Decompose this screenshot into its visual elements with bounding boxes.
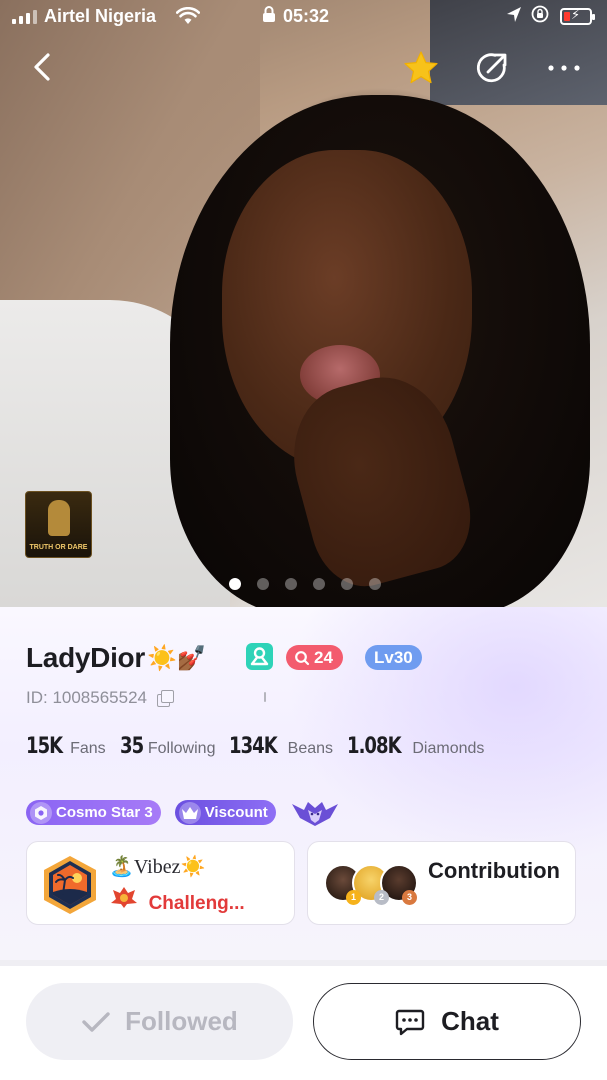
wifi-icon bbox=[175, 6, 201, 30]
user-id: ID: 1008565524 bbox=[26, 688, 147, 707]
user-id-row: ID: 1008565524 bbox=[26, 688, 174, 708]
photo-pager[interactable] bbox=[229, 578, 381, 590]
fans-label[interactable]: Fans bbox=[70, 740, 106, 758]
lock-icon bbox=[262, 5, 276, 28]
following-label[interactable]: Following bbox=[148, 740, 216, 758]
family-crest-icon bbox=[109, 887, 145, 914]
copy-icon[interactable] bbox=[157, 690, 174, 707]
beans-label: Beans bbox=[287, 740, 334, 757]
chat-button[interactable]: Chat bbox=[313, 983, 581, 1060]
contributor-avatars: 1 2 3 bbox=[324, 862, 420, 906]
pager-dot[interactable] bbox=[229, 578, 241, 590]
pager-dot[interactable] bbox=[369, 578, 381, 590]
followed-button[interactable]: Followed bbox=[26, 983, 293, 1060]
pager-dot[interactable] bbox=[341, 578, 353, 590]
name-emojis: ☀️💅🏾 bbox=[146, 644, 207, 672]
rank-1-badge: 1 bbox=[346, 890, 361, 905]
followed-label: Followed bbox=[125, 1006, 238, 1036]
contribution-card[interactable]: 1 2 3 Contribution bbox=[307, 841, 576, 925]
clock: 05:32 bbox=[283, 6, 330, 26]
back-icon[interactable] bbox=[26, 49, 62, 85]
pager-dot[interactable] bbox=[285, 578, 297, 590]
family-card[interactable]: 🏝️Vibez☀️ Challeng... bbox=[26, 841, 295, 925]
level-badge[interactable]: Lv30 bbox=[365, 645, 422, 670]
rank-3-badge: 3 bbox=[402, 890, 417, 905]
viscount-label: Viscount bbox=[204, 804, 268, 821]
share-icon[interactable] bbox=[474, 50, 510, 86]
family-name: 🏝️Vibez☀️ bbox=[109, 856, 206, 878]
diamonds-count: 1.08K bbox=[347, 734, 402, 759]
signal-icon bbox=[12, 10, 37, 24]
cosmo-star-icon bbox=[30, 801, 52, 824]
rank-badge[interactable]: 24 bbox=[286, 645, 343, 670]
diamonds-label: Diamonds bbox=[412, 740, 485, 757]
status-bar: Airtel Nigeria 05:32 ⚡ bbox=[0, 0, 607, 34]
more-options-icon[interactable] bbox=[544, 50, 584, 86]
game-thumbnail[interactable]: TRUTH OR DARE bbox=[25, 491, 92, 558]
name-row: LadyDior ☀️💅🏾 bbox=[26, 640, 207, 676]
medals-row: Cosmo Star 3 Viscount bbox=[26, 799, 340, 826]
gender-badge bbox=[246, 643, 273, 670]
star-icon[interactable] bbox=[402, 49, 440, 87]
search-rank-icon bbox=[295, 650, 310, 665]
following-count[interactable]: 35 bbox=[120, 734, 144, 759]
thumbnail-figure bbox=[48, 500, 70, 536]
thumbnail-title: TRUTH OR DARE bbox=[29, 544, 88, 551]
wolf-crest-icon[interactable] bbox=[290, 798, 340, 828]
viscount-medal[interactable]: Viscount bbox=[174, 800, 276, 825]
check-icon bbox=[82, 1011, 110, 1032]
battery-icon: ⚡ bbox=[560, 7, 595, 25]
rank-2-badge: 2 bbox=[374, 890, 389, 905]
separator-mark bbox=[264, 692, 266, 702]
pager-dot[interactable] bbox=[313, 578, 325, 590]
chat-bubble-icon bbox=[395, 1009, 425, 1035]
carrier-name: Airtel Nigeria bbox=[44, 6, 157, 26]
family-subtitle-text: Challeng... bbox=[148, 893, 245, 914]
stats-row: 15K Fans 35 Following 134K Beans 1.08K D… bbox=[26, 734, 492, 759]
beans-count: 134K bbox=[229, 734, 278, 759]
fans-count[interactable]: 15K bbox=[26, 734, 63, 759]
username: LadyDior bbox=[26, 642, 145, 673]
location-arrow-icon bbox=[506, 6, 522, 29]
pager-dot[interactable] bbox=[257, 578, 269, 590]
contribution-label: Contribution bbox=[428, 858, 560, 883]
family-subtitle: Challeng... bbox=[109, 885, 245, 915]
cosmo-star-medal[interactable]: Cosmo Star 3 bbox=[26, 800, 161, 825]
rank-value: 24 bbox=[314, 647, 333, 667]
chat-label: Chat bbox=[441, 1006, 499, 1036]
viscount-icon bbox=[178, 801, 201, 824]
cosmo-star-label: Cosmo Star 3 bbox=[56, 804, 153, 821]
family-logo-icon bbox=[44, 856, 96, 914]
rotation-lock-icon bbox=[531, 5, 549, 28]
